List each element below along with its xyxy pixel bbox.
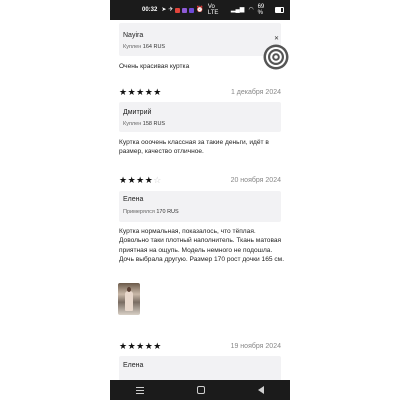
rating-stars: ★★★★★ (119, 87, 162, 97)
purchase-size: 158 RUS (142, 121, 166, 127)
phone-screen: 00:32 ➤ ✈ ⏰ Vo LTE ▂▄▆ ◠ 69 % Nayira Куп… (110, 0, 290, 400)
purchase-label: Куплен (123, 121, 142, 127)
review-purchase-info: Куплен 164 RUS (123, 44, 165, 50)
purchase-label: Куплен (123, 44, 142, 50)
android-nav-bar (110, 380, 290, 400)
app-notification-icon (182, 7, 188, 13)
status-right: ⏰ Vo LTE ▂▄▆ ◠ 69 % (196, 4, 284, 16)
photo-figure (125, 291, 133, 311)
status-time: 00:32 (142, 7, 158, 13)
close-icon[interactable]: ✕ (274, 35, 279, 42)
review-date: 19 ноября 2024 (230, 343, 281, 350)
reviews-list[interactable]: Nayira Куплен 164 RUS Очень красивая кур… (110, 20, 290, 384)
wifi-icon: ◠ (248, 7, 254, 13)
back-icon[interactable] (257, 386, 264, 394)
alarm-icon: ⏰ (196, 7, 204, 13)
review-text: Куртка нормальная, показалось, что тёпла… (119, 228, 285, 263)
rating-stars: ★★★★★ (119, 341, 162, 351)
signal-icon: ▂▄▆ (230, 7, 245, 13)
review-date: 1 декабря 2024 (230, 89, 281, 96)
purchase-label: Примерялся (123, 209, 155, 215)
battery-icon (275, 7, 284, 13)
recent-apps-icon[interactable] (136, 386, 145, 394)
review-author: Дмитрий (123, 109, 152, 116)
status-bar: 00:32 ➤ ✈ ⏰ Vo LTE ▂▄▆ ◠ 69 % (110, 0, 290, 20)
purchase-size: 170 RUS (156, 209, 179, 215)
review-purchase-info: Куплен 158 RUS (123, 121, 165, 127)
battery-percent: 69 % (257, 4, 265, 16)
review-photo[interactable] (118, 283, 140, 315)
purchase-size: 164 RUS (142, 44, 166, 50)
review-text: Куртка ооочень классная за такие деньги,… (119, 139, 269, 156)
star-empty-icon: ☆ (153, 175, 162, 185)
send-icon: ✈ (168, 7, 174, 13)
review-text: Очень красивая куртка (119, 63, 190, 70)
network-label: Vo LTE (207, 4, 219, 16)
concentric-target-icon[interactable] (263, 44, 289, 70)
rating-stars: ★★★★☆ (119, 175, 162, 185)
review-author: Елена (123, 196, 144, 203)
home-icon[interactable] (196, 386, 205, 394)
review-purchase-info: Примерялся 170 RUS (123, 209, 179, 215)
review-date: 20 ноября 2024 (230, 177, 281, 184)
review-author: Nayira (123, 32, 144, 39)
right-margin (290, 0, 400, 400)
review-author: Елена (123, 362, 144, 369)
left-margin (0, 0, 110, 400)
photo-figure-head (127, 287, 131, 292)
review-meta (119, 102, 281, 132)
app-notification-icon (189, 7, 195, 13)
navigation-arrow-icon: ➤ (161, 7, 167, 13)
review-meta (119, 23, 281, 56)
app-notification-icon (175, 7, 181, 13)
